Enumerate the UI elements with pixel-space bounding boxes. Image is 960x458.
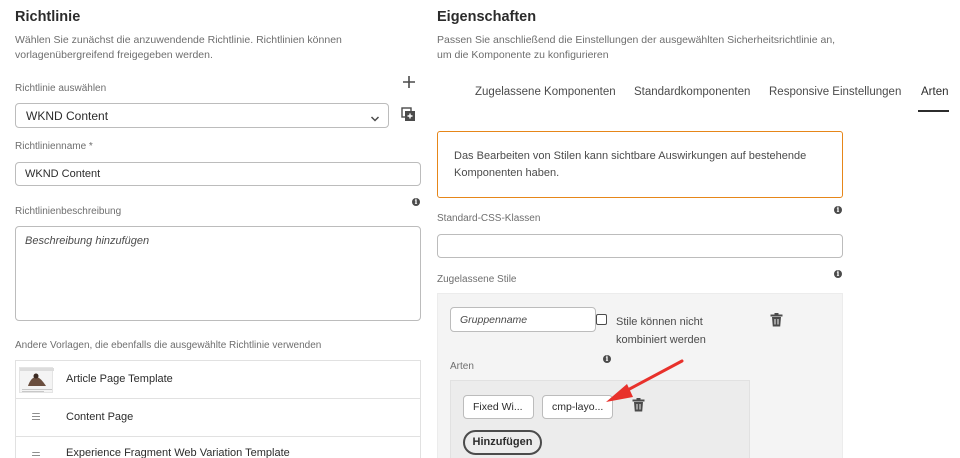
css-classes-input[interactable] (437, 234, 843, 258)
group-name-input[interactable]: Gruppenname (450, 307, 596, 332)
combine-checkbox[interactable] (596, 314, 607, 325)
allowed-styles-label: Zugelassene Stile (437, 274, 517, 285)
combine-label-line1: Stile können nicht (616, 316, 703, 328)
copy-policy-icon[interactable] (401, 107, 416, 122)
policy-name-input[interactable]: WKND Content (15, 162, 421, 186)
properties-title: Eigenschaften (437, 9, 537, 25)
policy-select[interactable]: WKND Content (15, 103, 389, 128)
css-classes-label: Standard-CSS-Klassen (437, 213, 541, 224)
policy-name-label: Richtlinienname * (15, 141, 93, 152)
policy-description: Wählen Sie zunächst die anzuwendende Ric… (15, 34, 342, 61)
select-policy-label: Richtlinie auswählen (15, 83, 107, 94)
document-icon (32, 452, 40, 458)
template-name: Experience Fragment Web Variation Templa… (66, 447, 290, 458)
policy-description-label: Richtlinienbeschreibung (15, 206, 122, 217)
combine-label-line2: kombiniert werden (616, 334, 706, 346)
tab-responsive-settings[interactable]: Responsive Einstellungen (769, 86, 901, 98)
annotation-arrow (606, 359, 684, 402)
template-name: Content Page (66, 411, 134, 423)
policy-title: Richtlinie (15, 9, 81, 25)
styles-label: Arten (450, 361, 474, 372)
style-name-input[interactable]: Fixed Wi... (463, 395, 534, 419)
add-policy-icon[interactable] (402, 75, 416, 89)
group-name-placeholder: Gruppenname (460, 314, 528, 326)
warning-text: Das Bearbeiten von Stilen kann sichtbare… (454, 150, 807, 179)
add-style-button[interactable]: Hinzufügen (463, 430, 542, 455)
trash-icon[interactable] (770, 313, 783, 327)
info-icon[interactable]: i (834, 206, 842, 214)
template-row-article-page[interactable]: Article Page Template (15, 361, 421, 399)
policy-description-placeholder: Beschreibung hinzufügen (25, 235, 150, 247)
policy-select-value: WKND Content (26, 109, 109, 123)
warning-alert: Das Bearbeiten von Stilen kann sichtbare… (437, 131, 843, 198)
template-thumbnail (19, 367, 54, 393)
template-name: Article Page Template (66, 373, 173, 385)
other-templates-label: Andere Vorlagen, die ebenfalls die ausge… (15, 340, 322, 351)
combine-checkbox-label: Stile können nicht kombiniert werden (616, 313, 706, 349)
properties-description: Passen Sie anschließend die Einstellunge… (437, 34, 836, 61)
active-tab-indicator (918, 110, 949, 112)
style-name-value: Fixed Wi... (473, 401, 523, 413)
template-row-content-page[interactable]: Content Page (15, 399, 421, 437)
policy-description-textarea[interactable]: Beschreibung hinzufügen (15, 226, 421, 321)
info-icon[interactable]: i (834, 270, 842, 278)
policy-name-value: WKND Content (25, 168, 101, 180)
tab-allowed-components[interactable]: Zugelassene Komponenten (475, 86, 616, 98)
tab-default-components[interactable]: Standardkomponenten (634, 86, 750, 98)
style-class-value: cmp-layo... (552, 401, 604, 413)
info-icon[interactable]: i (412, 198, 420, 206)
document-icon (32, 413, 40, 422)
tab-styles[interactable]: Arten (921, 86, 949, 98)
chevron-down-icon (370, 111, 380, 129)
template-row-experience-fragment[interactable]: Experience Fragment Web Variation Templa… (15, 437, 421, 458)
